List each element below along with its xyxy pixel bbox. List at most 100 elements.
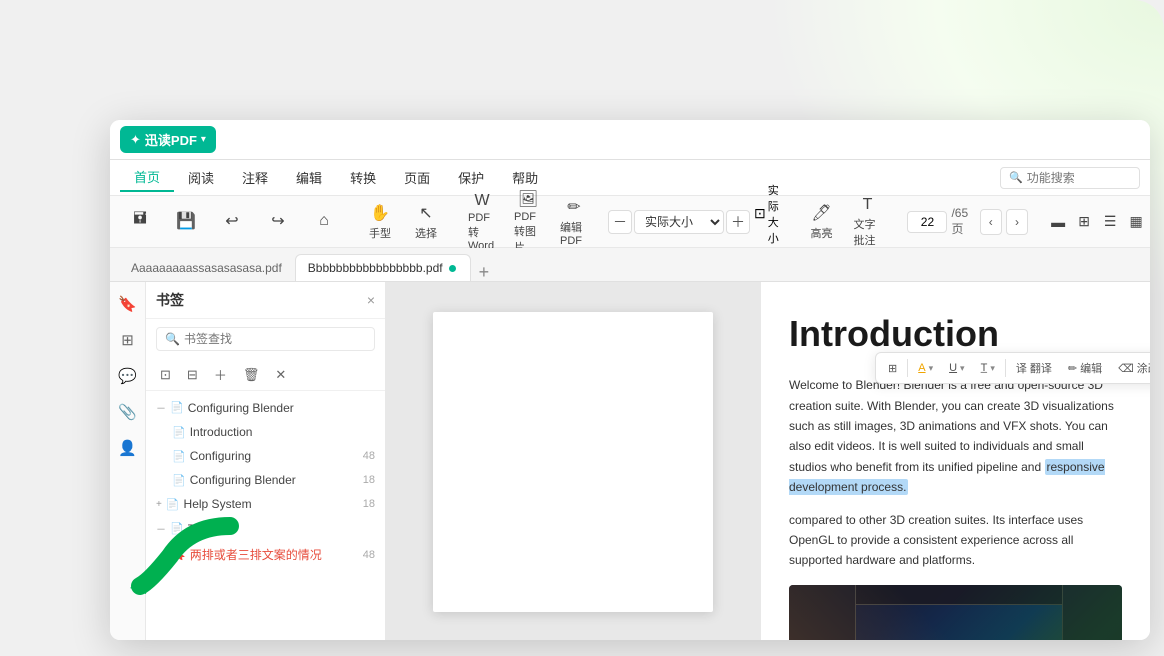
toolbar-btn-layout2[interactable]: ▦ [1124, 209, 1148, 234]
toolbar-btn-home[interactable]: ⌂ [302, 208, 346, 236]
menu-search-box: 🔍 [1000, 167, 1140, 189]
app-logo-icon: ✦ [130, 132, 141, 148]
sidebar-icon-grid[interactable]: ⊞ [114, 326, 142, 354]
toolbar-btn-select[interactable]: ↖ 选择 [404, 199, 448, 245]
bm-toggle-configuring: － [156, 400, 166, 415]
pdf-viewer [386, 282, 760, 640]
ft-align-label: T̲ [981, 362, 988, 374]
pdf-body-1: Welcome to Blender! Blender is a free an… [789, 375, 1122, 497]
scroll-icon: ☰ [1104, 213, 1117, 230]
page-current-input[interactable] [907, 211, 947, 233]
menu-item-home[interactable]: 首页 [120, 163, 174, 192]
menu-item-read[interactable]: 阅读 [174, 164, 228, 191]
ft-align-arrow: ▾ [990, 363, 995, 374]
toolbar-btn-scroll[interactable]: ☰ [1098, 209, 1122, 234]
toolbar-btn-single-page[interactable]: ▬ [1046, 210, 1070, 234]
bookmark-search-input[interactable] [184, 332, 366, 346]
menu-item-convert[interactable]: 转换 [336, 164, 390, 191]
menu-item-annotate[interactable]: 注释 [228, 164, 282, 191]
ft-strikethrough-arrow: ▾ [960, 363, 965, 374]
tab-add-btn[interactable]: + [475, 263, 494, 281]
tab-1[interactable]: Aaaaaaaaassasasasasa.pdf [118, 254, 295, 281]
tab-2-dot [449, 265, 456, 272]
ft-translate-btn[interactable]: 译 翻译 [1010, 357, 1058, 379]
ft-strikethrough-btn[interactable]: U ▾ [943, 359, 970, 377]
page-prev-btn[interactable]: ‹ [980, 209, 1002, 235]
bookmark-item-two-rows[interactable]: 🔖 两排或者三排文案的情况 48 [146, 541, 385, 568]
floating-toolbar: ⊞ A ▾ U ▾ T̲ ▾ 译 翻译 ✏ 编辑 ⌫ 涂改液 [875, 352, 1150, 384]
pdf-body-2: compared to other 3D creation suites. It… [789, 510, 1122, 571]
zoom-out-btn[interactable]: － [608, 210, 632, 234]
bm-icon-two-rows: 🔖 [172, 548, 186, 561]
toolbar-hand-label: 手型 [369, 225, 391, 241]
bookmark-sidebar-icon: 🔖 [118, 295, 137, 313]
app-window: ✦ 迅读PDF ▾ 首页 阅读 注释 编辑 转换 页面 保护 帮助 🔍 🖬 💾 … [110, 120, 1150, 640]
bookmark-item-configuring-sub[interactable]: 📄 Configuring 48 [146, 444, 385, 468]
text-note-icon: T [863, 196, 873, 214]
toolbar-btn-text-note[interactable]: T 文字批注 [845, 192, 889, 252]
bookmark-tool-close[interactable]: ✕ [271, 365, 290, 385]
sidebar-icon-comment[interactable]: 💬 [114, 362, 142, 390]
toolbar-btn-pdf-word[interactable]: W PDF转Word [460, 188, 504, 256]
tab-2-label: Bbbbbbbbbbbbbbbbb.pdf [308, 261, 443, 275]
sidebar-icon-person[interactable]: 👤 [114, 434, 142, 462]
select-icon: ↖ [419, 203, 432, 223]
bm-page-help-system: 18 [355, 498, 375, 510]
page-controls: /65页 ‹ › [901, 206, 1034, 237]
bookmark-close-btn[interactable]: × [367, 292, 375, 308]
bm-icon-configuring-sub: 📄 [172, 450, 186, 463]
edit-pdf-icon: ✏ [567, 197, 580, 217]
bookmark-tool-delete[interactable]: 🗑 [239, 365, 264, 385]
page-next-btn[interactable]: › [1006, 209, 1028, 235]
app-logo[interactable]: ✦ 迅读PDF ▾ [120, 126, 216, 153]
blender-screenshot [789, 585, 1122, 640]
ft-erase-btn[interactable]: ⌫ 涂改液 [1112, 357, 1150, 379]
bm-label-tooltips: Tooltips [188, 522, 375, 536]
tab-bar: Aaaaaaaaassasasasasa.pdf Bbbbbbbbbbbbbbb… [110, 248, 1150, 282]
toolbar-btn-highlight[interactable]: 🖊 高亮 [799, 199, 843, 245]
toolbar-btn-edit-pdf[interactable]: ✏ 编辑PDF [552, 193, 596, 251]
layout2-icon: ▦ [1130, 213, 1143, 230]
bookmark-item-tooltips[interactable]: － 📄 Tooltips [146, 516, 385, 541]
ft-underline-btn[interactable]: A ▾ [912, 359, 939, 377]
bookmark-tool-collapse[interactable]: ⊟ [183, 365, 202, 385]
menu-item-edit[interactable]: 编辑 [282, 164, 336, 191]
fit-size-icon: ⊡ [754, 205, 766, 222]
sidebar-icon-attach[interactable]: 📎 [114, 398, 142, 426]
app-logo-dropdown-icon: ▾ [201, 134, 206, 145]
ft-format-icon: ⊞ [888, 362, 897, 375]
ft-align-btn[interactable]: T̲ ▾ [975, 359, 1001, 377]
bookmark-item-configuring-blender[interactable]: － 📄 Configuring Blender [146, 395, 385, 420]
pdf-page [433, 312, 713, 612]
toolbar-btn-redo[interactable]: ↪ [256, 207, 300, 237]
zoom-in-btn[interactable]: ＋ [726, 210, 750, 234]
toolbar-btn-save1[interactable]: 🖬 [118, 203, 162, 240]
ft-format-btn[interactable]: ⊞ [882, 359, 903, 378]
bookmark-tool-expand[interactable]: ⊡ [156, 365, 175, 385]
bookmark-item-introduction[interactable]: 📄 Introduction [146, 420, 385, 444]
menu-item-page[interactable]: 页面 [390, 164, 444, 191]
fit-size-label: 实际大小 [768, 182, 786, 246]
menu-search-input[interactable] [1027, 171, 1131, 185]
title-bar: ✦ 迅读PDF ▾ [110, 120, 1150, 160]
bookmark-title: 书签 [156, 290, 184, 310]
bookmark-item-help-system[interactable]: + 📄 Help System 18 [146, 492, 385, 516]
zoom-select[interactable]: 实际大小 适合页面 适合宽度 50% 75% 100% 150% 200% [634, 210, 724, 234]
home-icon: ⌂ [319, 212, 329, 230]
hand-icon: ✋ [370, 203, 390, 223]
toolbar-btn-undo[interactable]: ↩ [210, 207, 254, 237]
toolbar-btn-two-page[interactable]: ⊞ [1072, 209, 1096, 234]
sidebar-icon-bookmark[interactable]: 🔖 [114, 290, 142, 318]
toolbar-btn-save2[interactable]: 💾 [164, 207, 208, 237]
bm-label-two-rows: 两排或者三排文案的情况 [190, 546, 355, 563]
tab-2[interactable]: Bbbbbbbbbbbbbbbbb.pdf [295, 254, 471, 281]
pdf-img-icon: 🖼 [518, 189, 538, 209]
attach-sidebar-icon: 📎 [118, 403, 137, 421]
toolbar-btn-hand[interactable]: ✋ 手型 [358, 199, 402, 245]
bookmark-item-configuring-blender-sub[interactable]: 📄 Configuring Blender 18 [146, 468, 385, 492]
menu-item-protect[interactable]: 保护 [444, 164, 498, 191]
ft-edit-btn[interactable]: ✏ 编辑 [1062, 357, 1108, 379]
toolbar: 🖬 💾 ↩ ↪ ⌂ ✋ 手型 ↖ 选择 W PDF转Word [110, 196, 1150, 248]
redo-icon: ↪ [271, 211, 284, 231]
bookmark-tool-add[interactable]: ＋ [210, 363, 231, 386]
